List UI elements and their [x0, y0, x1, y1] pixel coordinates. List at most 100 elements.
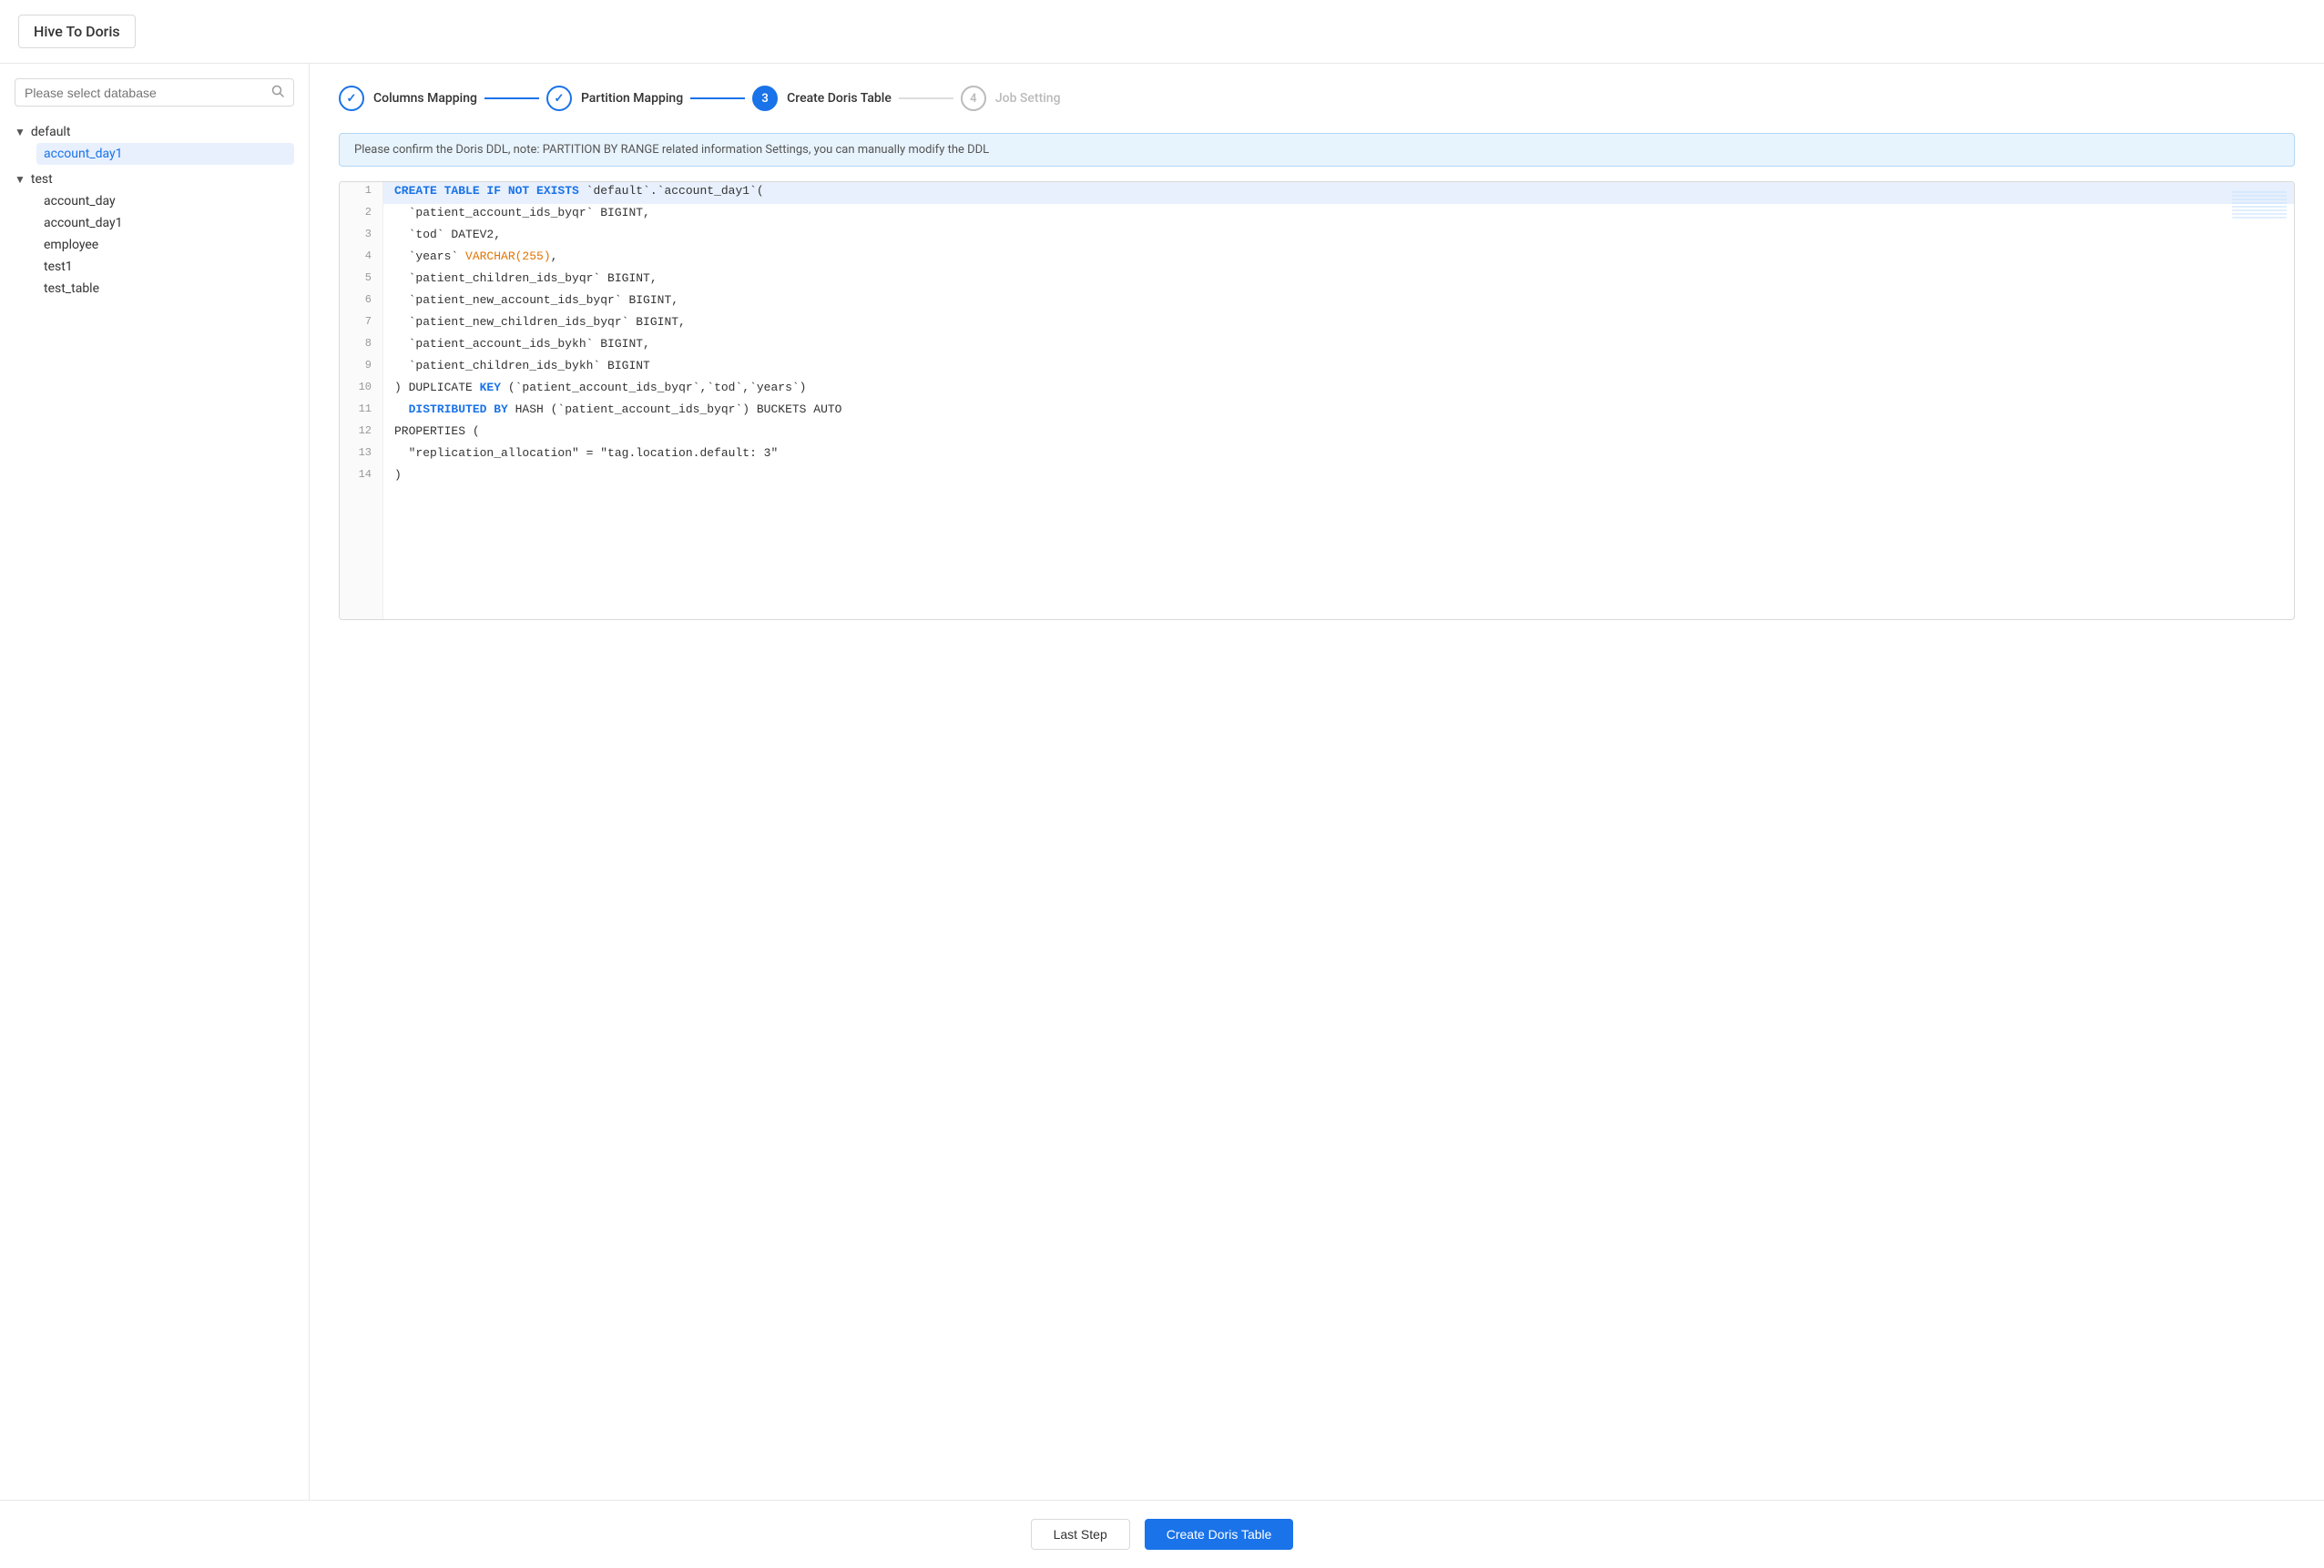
step-columns-mapping[interactable]: ✓ Columns Mapping: [339, 86, 477, 111]
tree-children-default: account_day1: [15, 143, 294, 165]
line-number-14: 14: [340, 466, 383, 488]
step2-circle: ✓: [546, 86, 572, 111]
connector-3-4: [899, 97, 953, 99]
code-line-13: 13 "replication_allocation" = "tag.locat…: [340, 444, 2294, 466]
line-number-empty-6: [340, 597, 383, 619]
info-box: Please confirm the Doris DDL, note: PART…: [339, 133, 2295, 167]
line-number-empty-1: [340, 488, 383, 510]
tree-leaf-test-account-day1[interactable]: account_day1: [36, 212, 294, 234]
sidebar: ▼ default account_day1 ▼ test account_da…: [0, 64, 310, 1500]
step4-label: Job Setting: [995, 91, 1061, 106]
line-content-9: `patient_children_ids_bykh` BIGINT: [383, 357, 2294, 379]
line-number-4: 4: [340, 248, 383, 270]
code-line-10: 10 ) DUPLICATE KEY (`patient_account_ids…: [340, 379, 2294, 401]
line-number-10: 10: [340, 379, 383, 401]
search-icon-button[interactable]: [271, 85, 284, 100]
line-number-8: 8: [340, 335, 383, 357]
code-line-5: 5 `patient_children_ids_byqr` BIGINT,: [340, 270, 2294, 291]
line-number-1: 1: [340, 182, 383, 204]
step-create-doris-table[interactable]: 3 Create Doris Table: [752, 86, 892, 111]
tree-item-test[interactable]: ▼ test: [15, 168, 294, 190]
connector-2-3: [690, 97, 745, 99]
step1-label: Columns Mapping: [373, 91, 477, 106]
footer: Last Step Create Doris Table: [0, 1500, 2324, 1568]
step4-circle: 4: [961, 86, 986, 111]
line-number-5: 5: [340, 270, 383, 291]
line-content-4: `years` VARCHAR(255),: [383, 248, 2294, 270]
tree-group-test-label: test: [31, 172, 53, 187]
line-number-6: 6: [340, 291, 383, 313]
code-line-empty-5: [340, 575, 2294, 597]
step3-label: Create Doris Table: [787, 91, 892, 106]
tree-group-test: ▼ test account_day account_day1 employee…: [15, 168, 294, 300]
code-line-empty-3: [340, 532, 2294, 554]
step3-circle: 3: [752, 86, 778, 111]
search-bar[interactable]: [15, 78, 294, 107]
line-number-11: 11: [340, 401, 383, 423]
create-doris-table-button[interactable]: Create Doris Table: [1145, 1519, 1294, 1550]
code-line-8: 8 `patient_account_ids_bykh` BIGINT,: [340, 335, 2294, 357]
line-number-9: 9: [340, 357, 383, 379]
code-line-14: 14 ): [340, 466, 2294, 488]
line-number-12: 12: [340, 423, 383, 444]
tree-item-default[interactable]: ▼ default: [15, 121, 294, 143]
code-line-11: 11 DISTRIBUTED BY HASH (`patient_account…: [340, 401, 2294, 423]
code-line-3: 3 `tod` DATEV2,: [340, 226, 2294, 248]
main-content: ✓ Columns Mapping ✓ Partition Mapping 3 …: [310, 64, 2324, 1500]
code-line-12: 12 PROPERTIES (: [340, 423, 2294, 444]
step2-label: Partition Mapping: [581, 91, 683, 106]
line-number-empty-5: [340, 575, 383, 597]
line-content-11: DISTRIBUTED BY HASH (`patient_account_id…: [383, 401, 2294, 423]
step1-circle: ✓: [339, 86, 364, 111]
line-number-empty-3: [340, 532, 383, 554]
line-number-3: 3: [340, 226, 383, 248]
line-content-8: `patient_account_ids_bykh` BIGINT,: [383, 335, 2294, 357]
code-line-6: 6 `patient_new_account_ids_byqr` BIGINT,: [340, 291, 2294, 313]
info-message: Please confirm the Doris DDL, note: PART…: [354, 143, 989, 157]
line-content-14: ): [383, 466, 2294, 488]
code-line-1: 1 CREATE TABLE IF NOT EXISTS `default`.`…: [340, 182, 2294, 204]
search-input[interactable]: [25, 86, 271, 100]
tree-group-default-label: default: [31, 125, 71, 139]
tree-leaf-default-account-day1[interactable]: account_day1: [36, 143, 294, 165]
chevron-default-icon: ▼: [15, 126, 25, 138]
app-body: ▼ default account_day1 ▼ test account_da…: [0, 64, 2324, 1500]
code-thumbnail: [2232, 189, 2287, 219]
code-line-7: 7 `patient_new_children_ids_byqr` BIGINT…: [340, 313, 2294, 335]
tree-group-default: ▼ default account_day1: [15, 121, 294, 165]
connector-1-2: [484, 97, 539, 99]
line-content-10: ) DUPLICATE KEY (`patient_account_ids_by…: [383, 379, 2294, 401]
code-line-empty-4: [340, 554, 2294, 575]
line-number-empty-2: [340, 510, 383, 532]
line-content-13: "replication_allocation" = "tag.location…: [383, 444, 2294, 466]
code-line-2: 2 `patient_account_ids_byqr` BIGINT,: [340, 204, 2294, 226]
line-content-12: PROPERTIES (: [383, 423, 2294, 444]
tree-children-test: account_day account_day1 employee test1 …: [15, 190, 294, 300]
chevron-test-icon: ▼: [15, 173, 25, 186]
tree-leaf-test-test-table[interactable]: test_table: [36, 278, 294, 300]
line-content-3: `tod` DATEV2,: [383, 226, 2294, 248]
code-editor[interactable]: 1 CREATE TABLE IF NOT EXISTS `default`.`…: [339, 181, 2295, 620]
app-container: Hive To Doris ▼ default: [0, 0, 2324, 1568]
line-content-2: `patient_account_ids_byqr` BIGINT,: [383, 204, 2294, 226]
line-number-13: 13: [340, 444, 383, 466]
line-content-7: `patient_new_children_ids_byqr` BIGINT,: [383, 313, 2294, 335]
tree-leaf-test-employee[interactable]: employee: [36, 234, 294, 256]
code-line-4: 4 `years` VARCHAR(255),: [340, 248, 2294, 270]
step-partition-mapping[interactable]: ✓ Partition Mapping: [546, 86, 683, 111]
tree-leaf-test-account-day[interactable]: account_day: [36, 190, 294, 212]
last-step-button[interactable]: Last Step: [1031, 1519, 1130, 1550]
line-number-empty-4: [340, 554, 383, 575]
app-title: Hive To Doris: [18, 15, 136, 48]
tree-leaf-test-test1[interactable]: test1: [36, 256, 294, 278]
code-line-empty-6: [340, 597, 2294, 619]
line-content-6: `patient_new_account_ids_byqr` BIGINT,: [383, 291, 2294, 313]
steps-bar: ✓ Columns Mapping ✓ Partition Mapping 3 …: [339, 86, 2295, 111]
code-line-9: 9 `patient_children_ids_bykh` BIGINT: [340, 357, 2294, 379]
code-line-empty-1: [340, 488, 2294, 510]
app-header: Hive To Doris: [0, 0, 2324, 64]
code-lines: 1 CREATE TABLE IF NOT EXISTS `default`.`…: [340, 182, 2294, 619]
line-number-2: 2: [340, 204, 383, 226]
line-content-5: `patient_children_ids_byqr` BIGINT,: [383, 270, 2294, 291]
step-job-setting[interactable]: 4 Job Setting: [961, 86, 1061, 111]
